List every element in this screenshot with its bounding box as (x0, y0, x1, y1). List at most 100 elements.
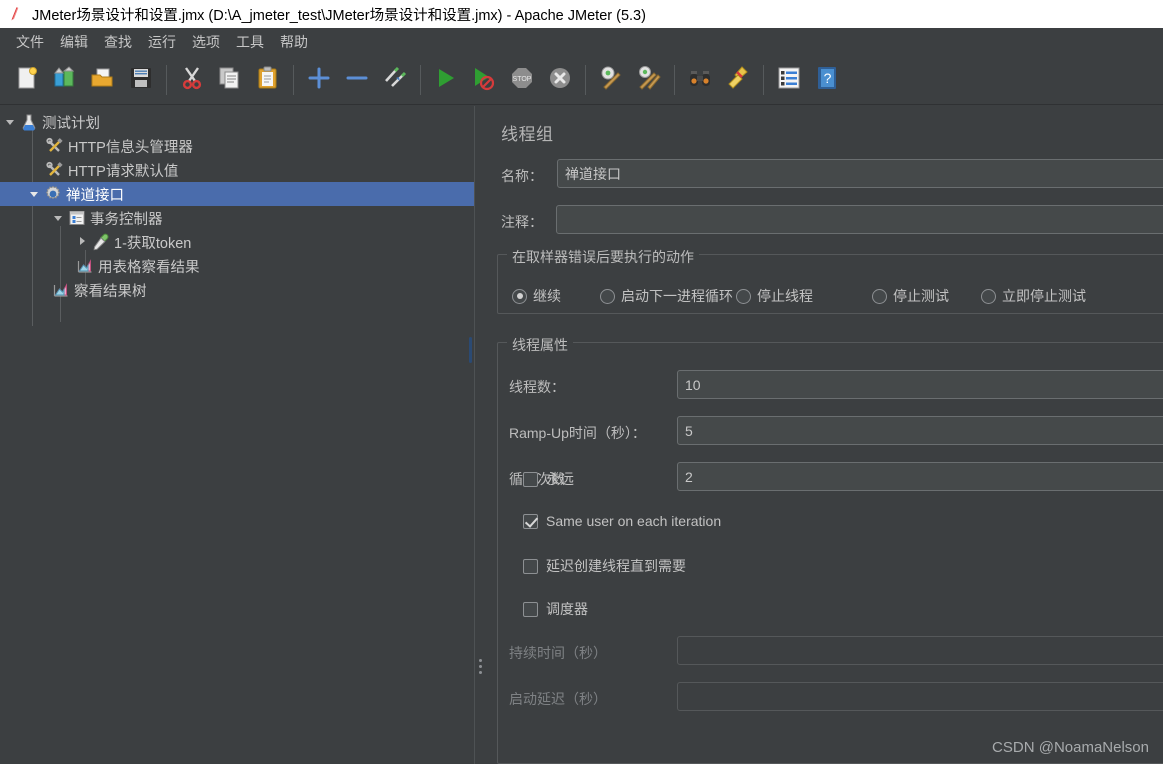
toolbar-toggle[interactable] (376, 61, 414, 99)
toolbar-separator-5 (674, 64, 675, 95)
delayed-thread-creation-checkbox[interactable]: 延迟创建线程直到需要 (523, 556, 686, 576)
menu-help[interactable]: 帮助 (272, 29, 316, 55)
duration-label: 持续时间（秒） (509, 645, 607, 661)
menu-options[interactable]: 选项 (184, 29, 228, 55)
save-icon (128, 65, 154, 94)
tree-label: 事务控制器 (90, 211, 163, 228)
num-threads-input[interactable] (677, 370, 1163, 399)
tree-label: 1-获取token (114, 235, 192, 252)
startup-delay-input[interactable] (677, 682, 1163, 711)
menu-file[interactable]: 文件 (8, 29, 52, 55)
duration-input[interactable] (677, 636, 1163, 665)
menu-tools[interactable]: 工具 (228, 29, 272, 55)
checkbox-label: 延迟创建线程直到需要 (546, 558, 686, 574)
toolbar-separator-6 (763, 64, 764, 95)
tree-node-http-request-defaults[interactable]: HTTP请求默认值 (0, 158, 474, 182)
radio-indicator (872, 288, 887, 304)
menu-edit[interactable]: 编辑 (52, 29, 96, 55)
name-label: 名称： (501, 168, 543, 184)
tree-node-view-results-tree[interactable]: 察看结果树 (0, 278, 474, 302)
toolbar-clear[interactable] (592, 61, 630, 99)
chevron-down-icon[interactable] (52, 211, 66, 225)
cut-scissors-icon (179, 65, 205, 94)
toolbar-save[interactable] (122, 61, 160, 99)
menu-run[interactable]: 运行 (140, 29, 184, 55)
radio-start-next-loop[interactable]: 启动下一进程循环 (600, 286, 733, 306)
toolbar-search[interactable] (681, 61, 719, 99)
config-tools-icon (46, 161, 64, 179)
toolbar-separator-2 (293, 64, 294, 95)
svg-text:STOP: STOP (513, 76, 532, 83)
toolbar-new[interactable] (8, 61, 46, 99)
forever-checkbox[interactable]: 永远 (523, 469, 574, 489)
menu-search[interactable]: 查找 (96, 29, 140, 55)
minus-icon (344, 65, 370, 94)
flask-icon (20, 113, 38, 131)
tree-label: HTTP请求默认值 (68, 163, 179, 180)
num-threads-label: 线程数： (509, 379, 565, 395)
tree-node-thread-group[interactable]: 禅道接口 (0, 182, 474, 206)
toolbar: STOP ? (0, 55, 1163, 105)
title-bar: JMeter场景设计和设置.jmx (D:\A_jmeter_test\JMet… (0, 0, 1163, 28)
chevron-right-icon[interactable] (76, 235, 90, 249)
new-document-icon (14, 65, 40, 94)
radio-stop-thread[interactable]: 停止线程 (736, 286, 813, 306)
on-sampler-error-group-title: 在取样器错误后要执行的动作 (507, 247, 699, 267)
toolbar-start-no-pauses[interactable] (465, 61, 503, 99)
radio-label: 继续 (533, 288, 561, 304)
toolbar-stop[interactable]: STOP (503, 61, 541, 99)
toolbar-cut[interactable] (173, 61, 211, 99)
controller-icon (68, 209, 86, 227)
tree-node-sampler-get-token[interactable]: 1-获取token (0, 230, 474, 254)
clear-icon (598, 65, 624, 94)
tree-node-transaction-controller[interactable]: 事务控制器 (0, 206, 474, 230)
loop-count-input[interactable] (677, 462, 1163, 491)
radio-stop-test[interactable]: 停止测试 (872, 286, 949, 306)
comments-input[interactable] (556, 205, 1163, 234)
start-play-icon (433, 65, 459, 94)
toggle-pencils-icon (382, 65, 408, 94)
radio-stop-test-now[interactable]: 立即停止测试 (981, 286, 1086, 306)
tree-node-http-header-manager[interactable]: HTTP信息头管理器 (0, 134, 474, 158)
tree-label: 测试计划 (42, 115, 100, 132)
clear-all-icon (636, 65, 662, 94)
ramp-up-input[interactable] (677, 416, 1163, 445)
toolbar-shutdown[interactable] (541, 61, 579, 99)
toolbar-function-helper[interactable] (770, 61, 808, 99)
shutdown-icon (547, 65, 573, 94)
toolbar-copy[interactable] (211, 61, 249, 99)
watermark: CSDN @NoamaNelson (992, 739, 1149, 756)
toolbar-open[interactable] (84, 61, 122, 99)
checkbox-indicator (523, 558, 538, 574)
svg-text:?: ? (824, 70, 832, 86)
pane-splitter[interactable] (474, 106, 488, 764)
toolbar-paste[interactable] (249, 61, 287, 99)
chevron-down-icon[interactable] (28, 187, 42, 201)
jmeter-window: JMeter场景设计和设置.jmx (D:\A_jmeter_test\JMet… (0, 0, 1163, 764)
toolbar-reset-search[interactable] (719, 61, 757, 99)
name-input[interactable] (557, 159, 1163, 188)
toolbar-start[interactable] (427, 61, 465, 99)
toolbar-templates[interactable] (46, 61, 84, 99)
stop-icon: STOP (509, 65, 535, 94)
test-plan-tree-pane[interactable]: 测试计划 HTTP信息头管理器 HTTP请求默认值 禅道接口 事务控制器 1-获… (0, 106, 474, 764)
splitter-grip-icon (479, 659, 482, 677)
gear-icon (44, 185, 62, 203)
tree-node-view-results-in-table[interactable]: 用表格察看结果 (0, 254, 474, 278)
tree-scrollbar-thumb[interactable] (469, 337, 472, 363)
test-plan-tree: 测试计划 HTTP信息头管理器 HTTP请求默认值 禅道接口 事务控制器 1-获… (0, 106, 474, 326)
copy-icon (217, 65, 243, 94)
chevron-down-icon[interactable] (4, 115, 18, 129)
toolbar-expand-all[interactable] (300, 61, 338, 99)
toolbar-help[interactable]: ? (808, 61, 846, 99)
same-user-checkbox[interactable]: Same user on each iteration (523, 513, 721, 529)
sampler-icon (92, 233, 110, 251)
tree-node-test-plan[interactable]: 测试计划 (0, 110, 474, 134)
thread-properties-group-title: 线程属性 (507, 335, 573, 355)
radio-continue[interactable]: 继续 (512, 286, 561, 306)
tree-label: 用表格察看结果 (98, 259, 200, 276)
toolbar-collapse-all[interactable] (338, 61, 376, 99)
toolbar-clear-all[interactable] (630, 61, 668, 99)
scheduler-checkbox[interactable]: 调度器 (523, 599, 588, 619)
function-helper-icon (776, 65, 802, 94)
